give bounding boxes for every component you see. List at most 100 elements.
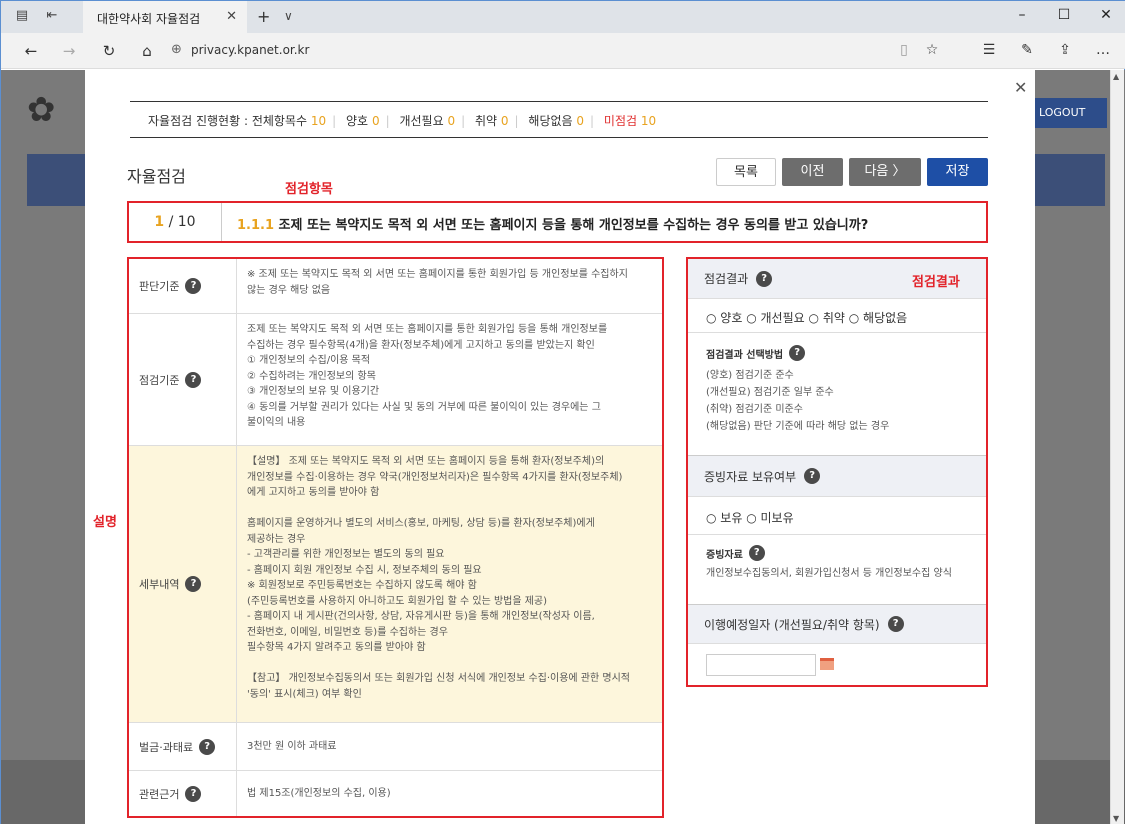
result-panel: 점검결과 ? 점검결과 ○ 양호 ○ 개선필요 ○ 취약 ○ 해당없음 점검결과… <box>686 257 988 687</box>
modal-close-icon[interactable]: ✕ <box>1014 78 1027 97</box>
method-line: (개선필요) 점검기준 일부 준수 <box>706 387 834 398</box>
method-line: (취약) 점검기준 미준수 <box>706 404 803 415</box>
url-field[interactable]: privacy.kpanet.or.kr <box>191 43 309 57</box>
radio-improve[interactable]: ○ 개선필요 <box>746 311 804 325</box>
row-head: 판단기준 <box>139 280 180 293</box>
logo-icon: ✿ <box>27 90 56 130</box>
close-window-icon[interactable]: ✕ <box>1091 7 1121 23</box>
row-head: 관련근거 <box>139 787 180 801</box>
progress-good-label: 양호 <box>346 114 369 128</box>
date-section: 이행예정일자 (개선필요/취약 항목) ? <box>688 604 986 676</box>
date-input[interactable] <box>706 654 816 676</box>
maximize-icon[interactable]: ☐ <box>1049 7 1079 23</box>
row-body: ※ 조제 또는 복약지도 목적 외 서면 또는 홈페이지를 통한 회원가입 등 … <box>247 269 628 296</box>
radio-label: 보유 <box>720 511 743 525</box>
method-title: 점검결과 선택방법? <box>688 333 986 361</box>
table-row-penalty: 벌금·과태료? 3천만 원 이하 과태료 <box>129 723 662 771</box>
date-header: 이행예정일자 (개선필요/취약 항목) ? <box>688 604 986 644</box>
forward-icon[interactable]: → <box>59 42 79 60</box>
set-tabs-aside-icon[interactable]: ⇤ <box>45 9 59 23</box>
table-row-legal-basis: 관련근거? 법 제15조(개인정보의 수집, 이용) <box>129 771 662 816</box>
progress-good-value: 0 <box>371 114 380 128</box>
evidence-text: 개인정보수집동의서, 회원가입신청서 등 개인정보수집 양식 <box>706 568 952 579</box>
prev-button[interactable]: 이전 <box>782 158 843 186</box>
radio-label: 미보유 <box>760 511 794 525</box>
evidence-title: 증빙자료 보유여부 <box>704 469 797 484</box>
globe-icon: ⊕ <box>171 42 182 57</box>
progress-total-value: 10 <box>310 114 327 128</box>
result-section: 점검결과 ? 점검결과 ○ 양호 ○ 개선필요 ○ 취약 ○ 해당없음 점검결과… <box>688 259 986 435</box>
question-text: 1.1.1 조제 또는 복약지도 목적 외 서면 또는 홈페이지 등을 통해 개… <box>237 214 868 233</box>
refresh-icon[interactable]: ↻ <box>99 42 119 60</box>
favorite-star-icon[interactable]: ☆ <box>922 42 942 58</box>
question-number: 1.1.1 <box>237 218 275 233</box>
radio-label: 취약 <box>822 311 845 325</box>
criteria-table: 판단기준? ※ 조제 또는 복약지도 목적 외 서면 또는 홈페이지를 통한 회… <box>127 257 664 818</box>
annotation-explain: 설명 <box>93 515 117 530</box>
result-radio-group: ○ 양호 ○ 개선필요 ○ 취약 ○ 해당없음 <box>688 299 986 333</box>
save-button[interactable]: 저장 <box>927 158 988 186</box>
method-list: (양호) 점검기준 준수 (개선필요) 점검기준 일부 준수 (취약) 점검기준… <box>688 361 986 435</box>
share-icon[interactable]: ⇪ <box>1055 42 1075 58</box>
back-icon[interactable]: ← <box>21 42 41 60</box>
progress-weak-label: 취약 <box>474 114 498 128</box>
scroll-up-icon[interactable]: ▲ <box>1113 72 1119 81</box>
help-icon[interactable]: ? <box>185 278 202 294</box>
progress-unchecked-value: 10 <box>640 114 657 128</box>
pen-icon[interactable]: ✎ <box>1017 42 1037 58</box>
help-icon[interactable]: ? <box>887 616 904 632</box>
tab-actions-icon[interactable]: ▤ <box>15 9 29 23</box>
row-head: 점검기준 <box>139 373 180 387</box>
annotation-item: 점검항목 <box>285 182 333 197</box>
favorites-list-icon[interactable]: ☰ <box>979 42 999 58</box>
progress-label: 자율점검 진행현황 : <box>148 114 248 128</box>
address-bar-row: ← → ↻ ⌂ ⊕ privacy.kpanet.or.kr ▯ ☆ ☰ ✎ ⇪… <box>1 33 1125 69</box>
scroll-down-icon[interactable]: ▼ <box>1113 814 1119 823</box>
new-tab-icon[interactable]: + <box>257 7 270 26</box>
help-icon[interactable]: ? <box>185 371 202 388</box>
row-body: 법 제15조(개인정보의 수집, 이용) <box>247 788 391 799</box>
reading-view-icon[interactable]: ▯ <box>894 42 914 58</box>
progress-improve-label: 개선필요 <box>399 114 444 128</box>
minimize-icon[interactable]: – <box>1007 7 1037 23</box>
question-body: 조제 또는 복약지도 목적 외 서면 또는 홈페이지 등을 통해 개인정보를 수… <box>278 218 869 233</box>
question-current: 1 <box>154 214 165 230</box>
help-icon[interactable]: ? <box>185 785 202 802</box>
radio-na[interactable]: ○ 해당없음 <box>849 311 907 325</box>
question-counter: 1 / 10 <box>129 203 222 241</box>
help-icon[interactable]: ? <box>804 468 821 484</box>
row-body: 【설명】 조제 또는 복약지도 목적 외 서면 또는 홈페이지 등을 통해 환자… <box>247 456 630 700</box>
row-head: 벌금·과태료 <box>139 740 194 754</box>
tab-list-chevron-icon[interactable]: ∨ <box>284 9 293 23</box>
next-button[interactable]: 다음 〉 <box>849 158 921 186</box>
help-icon[interactable]: ? <box>756 270 773 287</box>
table-row-details: 세부내역? 【설명】 조제 또는 복약지도 목적 외 서면 또는 홈페이지 등을… <box>129 446 662 723</box>
radio-label: 개선필요 <box>760 311 805 325</box>
calendar-icon[interactable] <box>820 658 834 670</box>
help-icon[interactable]: ? <box>748 545 765 561</box>
radio-not-have[interactable]: ○ 미보유 <box>746 511 793 525</box>
radio-weak[interactable]: ○ 취약 <box>809 311 845 325</box>
annotation-result: 점검결과 <box>912 275 960 290</box>
radio-good[interactable]: ○ 양호 <box>706 311 742 325</box>
list-button[interactable]: 목록 <box>716 158 776 186</box>
page-scrollbar[interactable]: ▲ ▼ <box>1110 70 1124 824</box>
help-icon[interactable]: ? <box>199 738 216 755</box>
radio-have[interactable]: ○ 보유 <box>706 511 742 525</box>
radio-label: 양호 <box>720 311 743 325</box>
progress-summary: 자율점검 진행현황 : 전체항목수 10 | 양호 0 | 개선필요 0 | 취약 0… <box>130 101 988 138</box>
tab-bar: ▤ ⇤ 대한약사회 자율점검 ✕ + ∨ – ☐ ✕ <box>1 1 1125 33</box>
more-icon[interactable]: … <box>1093 42 1113 58</box>
row-body: 3천만 원 이하 과태료 <box>247 741 337 752</box>
help-icon[interactable]: ? <box>185 576 202 592</box>
tab-active[interactable]: 대한약사회 자율점검 ✕ <box>83 1 247 33</box>
row-body: 조제 또는 복약지도 목적 외 서면 또는 홈페이지를 통한 회원가입 등을 통… <box>247 324 608 428</box>
tab-close-icon[interactable]: ✕ <box>226 9 237 24</box>
progress-na-label: 해당없음 <box>528 114 573 128</box>
evidence-header: 증빙자료 보유여부 ? <box>688 455 986 497</box>
logout-button[interactable]: LOGOUT <box>1033 98 1107 128</box>
help-icon[interactable]: ? <box>789 345 806 361</box>
evidence-section: 증빙자료 보유여부 ? ○ 보유 ○ 미보유 증빙자료? 개인정보수집동의서, … <box>688 455 986 582</box>
evidence-sub-title: 증빙자료? <box>688 535 986 561</box>
home-icon[interactable]: ⌂ <box>137 42 157 60</box>
